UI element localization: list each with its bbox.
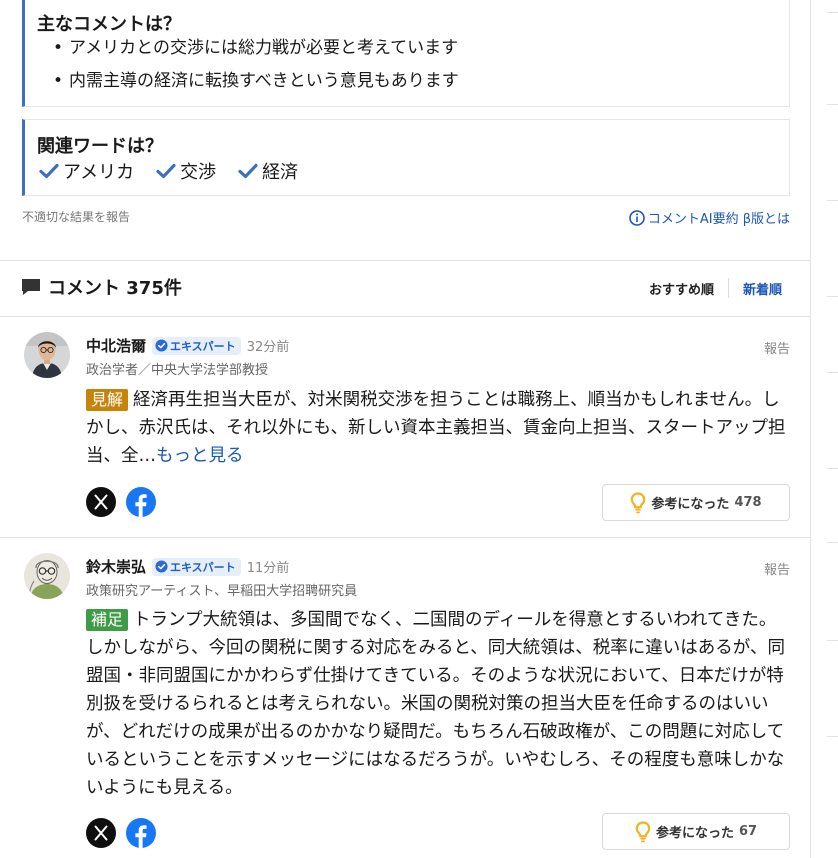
x-logo-icon[interactable] bbox=[86, 487, 116, 517]
right-divider bbox=[827, 468, 838, 469]
comment-author-row: 中北浩爾 エキスパート 32分前 bbox=[86, 335, 289, 356]
verified-icon bbox=[155, 339, 168, 352]
expert-badge: エキスパート bbox=[152, 557, 241, 576]
related-word-label: 経済 bbox=[262, 162, 299, 183]
comment-body: 見解 経済再生担当大臣が、対米関税交渉を担うことは職務上、順当かもしれません。しか… bbox=[86, 386, 792, 470]
ai-summary-link[interactable]: コメントAI要約 β版とは bbox=[629, 208, 790, 227]
sort-recommended[interactable]: おすすめ順 bbox=[649, 279, 714, 298]
author-name[interactable]: 中北浩爾 bbox=[86, 335, 146, 356]
related-word-label: アメリカ bbox=[63, 162, 135, 183]
sort-newest[interactable]: 新着順 bbox=[743, 279, 782, 298]
main-comment-item: アメリカとの交渉には総力戦が必要と考えています bbox=[53, 37, 459, 70]
facebook-icon[interactable] bbox=[126, 487, 156, 517]
comment-item: 鈴木崇弘 エキスパート 11分前 政策研究アーティスト、早稲田大学招聘研究員 報… bbox=[0, 537, 810, 858]
info-icon bbox=[629, 209, 645, 226]
comments-header: コメント 375件 bbox=[20, 274, 182, 300]
related-word-label: 交渉 bbox=[180, 162, 217, 183]
facebook-icon[interactable] bbox=[126, 818, 156, 848]
helpful-count: 67 bbox=[738, 824, 758, 839]
right-divider bbox=[827, 372, 838, 373]
comment-text: トランプ大統領は、多国間でなく、二国間のディールを得意とするいわれてきた。しかし… bbox=[86, 610, 785, 798]
comments-count-title: コメント 375件 bbox=[48, 278, 182, 299]
helpful-label: 参考になった bbox=[651, 497, 730, 512]
helpful-label: 参考になった bbox=[655, 826, 734, 841]
right-divider bbox=[827, 12, 838, 13]
right-divider bbox=[827, 200, 838, 201]
main-comments-title: 主なコメントは？ bbox=[37, 14, 181, 35]
expert-badge: エキスパート bbox=[152, 336, 241, 355]
related-words-box: 関連ワードは？ アメリカ 交渉 経済 bbox=[22, 119, 790, 196]
right-column bbox=[811, 0, 838, 858]
check-icon bbox=[238, 163, 258, 179]
comment-author-row: 鈴木崇弘 エキスパート 11分前 bbox=[86, 556, 289, 577]
report-inappropriate-link[interactable]: 不適切な結果を報告 bbox=[22, 208, 130, 225]
expert-badge-label: エキスパート bbox=[170, 339, 236, 353]
verified-icon bbox=[155, 560, 168, 573]
author-affiliation: 政策研究アーティスト、早稲田大学招聘研究員 bbox=[86, 584, 358, 599]
comment-body: 補足 トランプ大統領は、多国間でなく、二国間のディールを得意とするいわれてきた。し… bbox=[86, 606, 792, 802]
x-logo-icon[interactable] bbox=[86, 818, 116, 848]
comment-time: 32分前 bbox=[246, 340, 290, 355]
helpful-button[interactable]: 参考になった 67 bbox=[602, 813, 790, 850]
share-buttons bbox=[86, 818, 156, 848]
related-words-list: アメリカ 交渉 経済 bbox=[39, 158, 298, 184]
right-divider bbox=[827, 736, 838, 737]
author-affiliation: 政治学者／中央大学法学部教授 bbox=[86, 363, 269, 378]
right-divider bbox=[827, 104, 838, 105]
right-divider bbox=[827, 542, 838, 543]
author-name[interactable]: 鈴木崇弘 bbox=[86, 556, 146, 577]
lightbulb-icon bbox=[635, 820, 651, 842]
read-more-link[interactable]: もっと見る bbox=[156, 446, 244, 466]
main-comments-list: アメリカとの交渉には総力戦が必要と考えています 内需主導の経済に転換すべきという… bbox=[53, 37, 459, 103]
ai-summary-link-label: コメントAI要約 β版とは bbox=[647, 212, 790, 227]
main-comments-box: 主なコメントは？ アメリカとの交渉には総力戦が必要と考えています 内需主導の経済… bbox=[22, 0, 790, 107]
related-word[interactable]: 経済 bbox=[238, 158, 298, 184]
comment-time: 11分前 bbox=[246, 561, 290, 576]
expert-badge-label: エキスパート bbox=[170, 560, 236, 574]
lightbulb-icon bbox=[631, 491, 646, 513]
sort-separator bbox=[727, 278, 729, 298]
report-button[interactable]: 報告 bbox=[764, 559, 790, 578]
related-word[interactable]: アメリカ bbox=[39, 158, 134, 184]
main-content: 主なコメントは？ アメリカとの交渉には総力戦が必要と考えています 内需主導の経済… bbox=[0, 0, 811, 858]
check-icon bbox=[39, 163, 59, 179]
right-divider bbox=[827, 296, 838, 297]
check-icon bbox=[156, 163, 176, 179]
comment-icon bbox=[22, 279, 40, 295]
share-buttons bbox=[86, 487, 156, 517]
avatar[interactable] bbox=[24, 332, 70, 378]
related-word[interactable]: 交渉 bbox=[156, 158, 216, 184]
main-comment-item: 内需主導の経済に転換すべきという意見もあります bbox=[53, 70, 459, 103]
sort-options: おすすめ順 新着順 bbox=[649, 278, 782, 298]
report-button[interactable]: 報告 bbox=[764, 338, 790, 357]
comment-item: 中北浩爾 エキスパート 32分前 政治学者／中央大学法学部教授 報告 見解 経済再… bbox=[0, 316, 810, 537]
section-divider bbox=[0, 260, 810, 261]
supplement-tag: 補足 bbox=[86, 609, 129, 631]
opinion-tag: 見解 bbox=[86, 389, 129, 411]
helpful-button[interactable]: 参考になった 478 bbox=[602, 484, 790, 521]
avatar[interactable] bbox=[24, 553, 70, 599]
right-divider bbox=[827, 640, 838, 641]
related-words-title: 関連ワードは？ bbox=[37, 136, 163, 157]
helpful-count: 478 bbox=[734, 495, 762, 510]
